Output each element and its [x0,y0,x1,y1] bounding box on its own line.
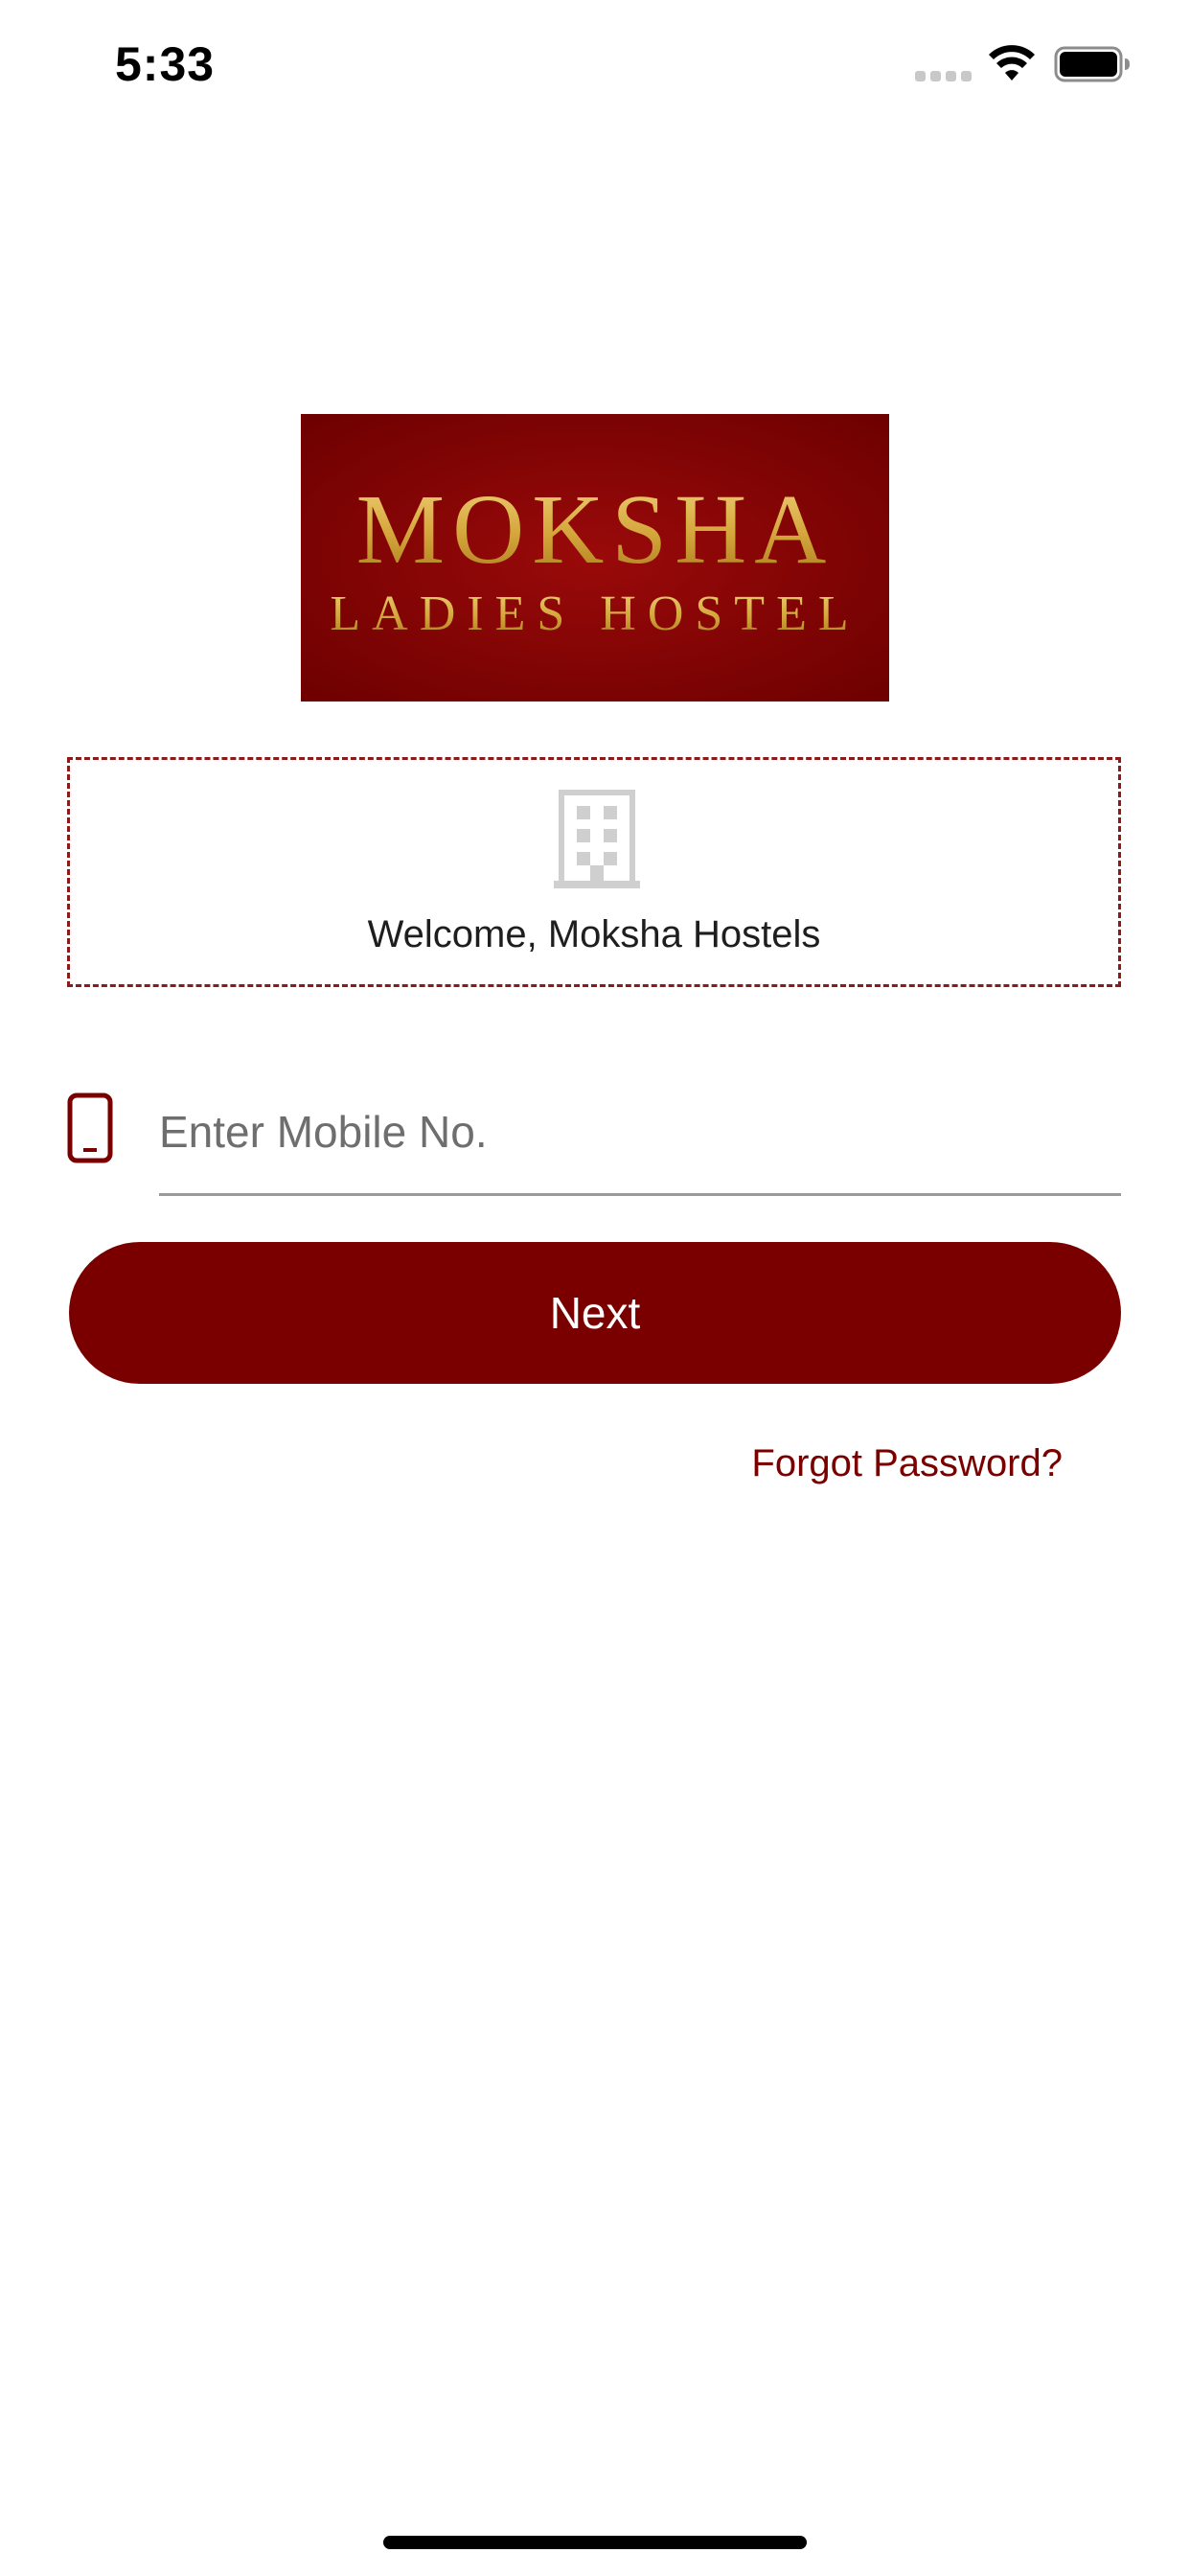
battery-icon [1054,46,1130,82]
next-button[interactable]: Next [69,1242,1121,1384]
signal-dots-icon [915,71,973,82]
building-icon [554,790,640,888]
moksha-logo: MOKSHA LADIES HOSTEL [301,414,889,702]
phone-icon [67,1092,113,1163]
svg-text:LADIES HOSTEL: LADIES HOSTEL [330,586,859,641]
svg-text:MOKSHA: MOKSHA [356,474,835,585]
welcome-text: Welcome, Moksha Hostels [367,913,821,955]
mobile-number-input[interactable] [159,1092,1121,1196]
home-indicator[interactable] [383,2536,807,2549]
status-time: 5:33 [115,37,216,91]
wifi-icon [989,45,1035,80]
forgot-password-link[interactable]: Forgot Password? [751,1442,1063,1485]
welcome-card: Welcome, Moksha Hostels [67,757,1121,987]
